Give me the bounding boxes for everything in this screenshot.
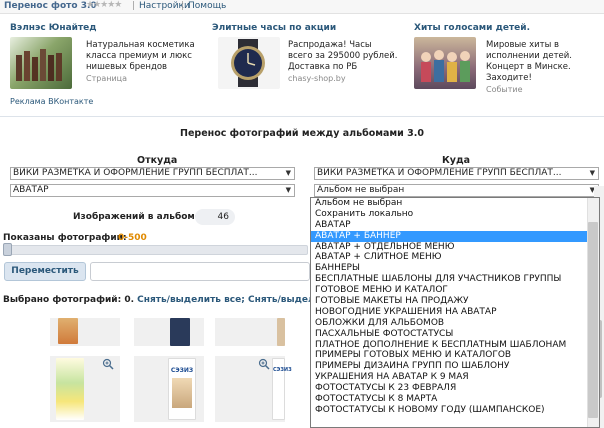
ad-text-1: Натуральная косметика класса премиум и л… [86, 40, 206, 85]
dropdown-option[interactable]: ГОТОВОЕ МЕНЮ И КАТАЛОГ [311, 285, 599, 296]
ad-image-1[interactable] [10, 37, 72, 89]
photo-thumb[interactable]: СЭЗИЗ [215, 356, 292, 422]
to-album-value: Альбом не выбран [317, 185, 405, 195]
ad-text-2: Распродажа! Часы всего за 295000 рублей.… [288, 40, 398, 85]
ad-description: Натуральная косметика класса премиум и л… [86, 40, 195, 72]
ad-source: chasy-shop.by [288, 74, 346, 83]
photo-thumb[interactable] [134, 318, 204, 346]
sezis-logo-text: СЭЗИЗ [273, 367, 292, 373]
album-count-label: Изображений в альбоме: [73, 212, 205, 222]
separator: | [132, 1, 136, 11]
zoom-in-icon[interactable] [102, 358, 114, 370]
zoom-in-icon[interactable] [258, 358, 270, 370]
rating-stars: ★★★★★ [86, 0, 122, 10]
dropdown-option[interactable]: ФОТОСТАТУСЫ К 8 МАРТА [311, 394, 599, 405]
app-title: Перенос фото 3.0 [4, 1, 97, 11]
dropdown-option[interactable]: АВАТАР + БАННЕР [311, 230, 599, 242]
ad-source: Страница [86, 74, 128, 83]
dropdown-option[interactable]: ФОТОСТАТУСЫ К НОВОМУ ГОДУ (ШАМПАНСКОЕ) [311, 405, 599, 416]
to-group-select[interactable]: ВИКИ РАЗМЕТКА И ОФОРМЛЕНИЕ ГРУПП БЕСПЛАТ… [314, 167, 599, 180]
progress-field [90, 262, 310, 281]
from-album-select[interactable]: АВАТАР ▼ [10, 184, 295, 197]
dropdown-option[interactable]: ОБЛОЖКИ ДЛЯ АЛЬБОМОВ [311, 318, 599, 329]
selected-count: Выбрано фотографий: 0. [3, 295, 135, 305]
sezis-logo-text: СЭЗИЗ [170, 367, 194, 374]
move-button[interactable]: Переместить [4, 262, 86, 281]
ads-footer-link[interactable]: Реклама ВКонтакте [10, 97, 93, 106]
dropdown-option[interactable]: НОВОГОДНИЕ УКРАШЕНИЯ НА АВАТАР [311, 307, 599, 318]
toggle-select-all-link[interactable]: Снять/выделить все; [137, 295, 245, 305]
dropdown-scrollbar-thumb[interactable] [588, 222, 598, 418]
divider [0, 116, 604, 117]
shown-photos-range: 0-500 [118, 233, 147, 243]
dropdown-option[interactable]: ГОТОВЫЕ МАКЕТЫ НА ПРОДАЖУ [311, 296, 599, 307]
cosmetics-bottles-icon [16, 49, 62, 81]
dropdown-option[interactable]: ПАСХАЛЬНЫЕ ФОТОСТАТУСЫ [311, 329, 599, 340]
range-slider-track[interactable] [3, 245, 308, 255]
to-label: Куда [442, 155, 471, 166]
chevron-down-icon: ▼ [285, 169, 291, 177]
shown-photos-label: Показаны фотографии: [3, 233, 127, 243]
photo-image [56, 358, 84, 420]
dropdown-option[interactable]: АВАТАР + ОТДЕЛЬНОЕ МЕНЮ [311, 242, 599, 253]
to-group-value: ВИКИ РАЗМЕТКА И ОФОРМЛЕНИЕ ГРУПП БЕСПЛАТ… [317, 168, 562, 178]
photo-thumb[interactable] [215, 318, 285, 346]
page-title: Перенос фотографий между альбомами 3.0 [180, 128, 424, 139]
dropdown-option[interactable]: ПЛАТНОЕ ДОПОЛНЕНИЕ К БЕСПЛАТНЫМ ШАБЛОНАМ [311, 340, 599, 351]
to-album-select[interactable]: Альбом не выбран ▼ [314, 184, 599, 197]
separator: | [181, 1, 185, 11]
ad-image-2[interactable] [218, 37, 280, 89]
photo-thumb[interactable]: СЭЗИЗ [134, 356, 204, 422]
photo-thumb[interactable] [50, 356, 120, 422]
photo-image [58, 318, 78, 344]
ad-image-3[interactable] [414, 37, 476, 89]
ad-title-2[interactable]: Элитные часы по акции [212, 23, 336, 33]
from-group-value: ВИКИ РАЗМЕТКА И ОФОРМЛЕНИЕ ГРУПП БЕСПЛАТ… [13, 168, 258, 178]
dropdown-option[interactable]: АВАТАР + СЛИТНОЕ МЕНЮ [311, 252, 599, 263]
dropdown-items: Альбом не выбран Сохранить локально АВАТАР… [311, 198, 599, 416]
ad-source: Событие [486, 85, 523, 94]
album-dropdown-list[interactable]: Альбом не выбран Сохранить локально АВАТАР… [310, 197, 600, 428]
from-album-value: АВАТАР [13, 185, 49, 195]
help-link[interactable]: Помощь [188, 1, 226, 11]
dropdown-option[interactable]: Альбом не выбран [311, 198, 599, 209]
dropdown-option[interactable]: АВАТАР [311, 220, 599, 231]
photo-image: СЭЗИЗ [168, 358, 196, 420]
ad-description: Распродажа! Часы всего за 295000 рублей.… [288, 40, 398, 72]
from-group-select[interactable]: ВИКИ РАЗМЕТКА И ОФОРМЛЕНИЕ ГРУПП БЕСПЛАТ… [10, 167, 295, 180]
dropdown-option[interactable]: ПРИМЕРЫ ГОТОВЫХ МЕНЮ И КАТАЛОГОВ [311, 350, 599, 361]
dropdown-option[interactable]: ПРИМЕРЫ ДИЗАЙНА ГРУПП ПО ШАБЛОНУ [311, 361, 599, 372]
photo-image [277, 318, 285, 346]
ad-description: Мировые хиты в исполнении детей. Концерт… [486, 40, 572, 83]
dropdown-option[interactable]: БАННЕРЫ [311, 263, 599, 274]
dropdown-option[interactable]: ФОТОСТАТУСЫ К 23 ФЕВРАЛЯ [311, 383, 599, 394]
ad-text-3: Мировые хиты в исполнении детей. Концерт… [486, 40, 598, 96]
watch-icon [231, 39, 265, 87]
photo-image [170, 318, 190, 346]
range-slider-handle[interactable] [3, 243, 12, 256]
children-choir-icon [421, 50, 470, 82]
chevron-down-icon: ▼ [285, 186, 291, 194]
photo-figure [172, 378, 192, 408]
photo-thumb[interactable] [50, 318, 120, 346]
selected-photos-line: Выбрано фотографий: 0. Снять/выделить вс… [3, 295, 341, 305]
chevron-down-icon: ▼ [589, 169, 595, 177]
album-count-value: 46 [195, 209, 235, 225]
dropdown-option[interactable]: Сохранить локально [311, 209, 599, 220]
dropdown-option[interactable]: УКРАШЕНИЯ НА АВАТАР К 9 МАЯ [311, 372, 599, 383]
from-label: Откуда [137, 155, 178, 166]
ad-title-3[interactable]: Хиты голосами детей. [414, 23, 530, 33]
dropdown-option[interactable]: БЕСПЛАТНЫЕ ШАБЛОНЫ ДЛЯ УЧАСТНИКОВ ГРУППЫ [311, 274, 599, 285]
photo-image: СЭЗИЗ [272, 358, 292, 420]
ad-title-1[interactable]: Вэлнэс Юнайтед [10, 23, 97, 33]
